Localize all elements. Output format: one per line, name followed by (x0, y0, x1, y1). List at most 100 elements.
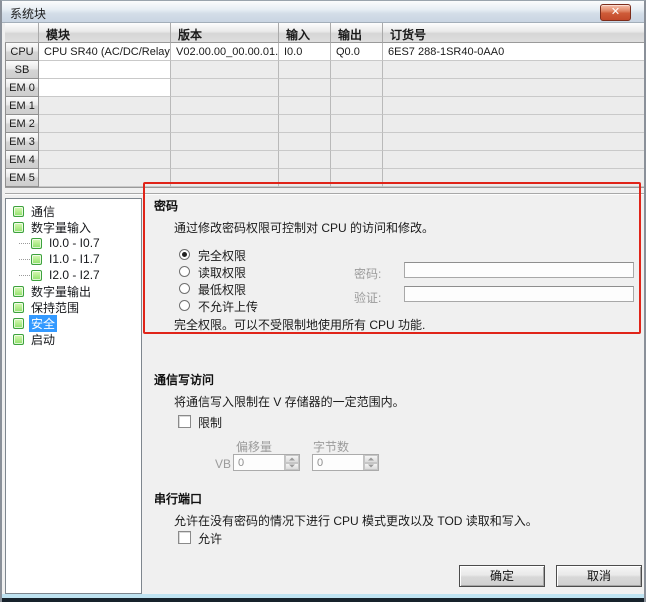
row-header-em3[interactable]: EM 3 (5, 133, 39, 151)
cell-cpu-version: V02.00.00_00.00.01.00 (171, 43, 279, 61)
column-header-input: 输入 (279, 23, 331, 43)
cancel-button[interactable]: 取消 (556, 565, 642, 587)
cell-em4-version (171, 151, 279, 169)
table-corner-cell (5, 23, 39, 43)
cell-sb-order (383, 61, 645, 79)
cell-em4-input (279, 151, 331, 169)
cell-sb-module[interactable] (39, 61, 171, 79)
comm-write-section-heading: 通信写访问 (154, 371, 214, 388)
cell-cpu-output: Q0.0 (331, 43, 383, 61)
cell-cpu-module[interactable]: CPU SR40 (AC/DC/Relay) (39, 43, 171, 61)
bytes-label: 字节数 (313, 438, 349, 455)
module-node-icon (13, 206, 24, 217)
vb-prefix-label: VB (215, 457, 231, 471)
cell-sb-input (279, 61, 331, 79)
offset-spinner: 0 (233, 454, 300, 471)
cell-em2-input (279, 115, 331, 133)
column-header-order: 订货号 (383, 23, 645, 43)
radio-minimum-access[interactable] (179, 283, 190, 294)
cell-cpu-order: 6ES7 288-1SR40-0AA0 (383, 43, 645, 61)
verify-input (404, 286, 634, 302)
offset-label: 偏移量 (236, 438, 272, 455)
window-title: 系统块 (10, 5, 46, 22)
cell-em2-version (171, 115, 279, 133)
panel-divider (5, 193, 645, 195)
cell-sb-output (331, 61, 383, 79)
spinner-up-icon (364, 455, 378, 463)
row-header-sb[interactable]: SB (5, 61, 39, 79)
radio-no-upload-label: 不允许上传 (198, 298, 258, 315)
tree-item-digital-outputs[interactable]: 数字量输出 (6, 283, 141, 299)
row-header-em1[interactable]: EM 1 (5, 97, 39, 115)
restrict-checkbox[interactable] (178, 415, 191, 428)
radio-read-access-label: 读取权限 (198, 264, 246, 281)
cell-em0-output (331, 79, 383, 97)
allow-checkbox-label: 允许 (198, 530, 222, 547)
column-header-module: 模块 (39, 23, 171, 43)
cell-em0-version (171, 79, 279, 97)
radio-minimum-access-label: 最低权限 (198, 281, 246, 298)
window-border-bottom (2, 598, 644, 602)
tree-item-communication[interactable]: 通信 (6, 203, 141, 219)
tree-item-retentive-ranges[interactable]: 保持范围 (6, 299, 141, 315)
cell-em5-order (383, 169, 645, 187)
password-description: 通过修改密码权限可控制对 CPU 的访问和修改。 (174, 219, 434, 236)
module-node-icon (31, 270, 42, 281)
tree-item-security[interactable]: 安全 (6, 315, 141, 331)
close-icon: ✕ (611, 6, 620, 18)
module-node-icon (13, 334, 24, 345)
row-header-em5[interactable]: EM 5 (5, 169, 39, 187)
password-input (404, 262, 634, 278)
cell-em2-output (331, 115, 383, 133)
tree-connector (19, 259, 30, 260)
radio-no-upload[interactable] (179, 300, 190, 311)
row-header-em2[interactable]: EM 2 (5, 115, 39, 133)
comm-write-description: 将通信写入限制在 V 存储器的一定范围内。 (174, 393, 405, 410)
column-header-output: 输出 (331, 23, 383, 43)
row-header-em0[interactable]: EM 0 (5, 79, 39, 97)
titlebar: 系统块 ✕ (2, 1, 644, 23)
restrict-checkbox-label: 限制 (198, 414, 222, 431)
cell-em3-output (331, 133, 383, 151)
tree-item-digital-inputs[interactable]: 数字量输入 (6, 219, 141, 235)
password-section-heading: 密码 (154, 197, 178, 214)
tree-item-startup[interactable]: 启动 (6, 331, 141, 347)
cell-em2-order (383, 115, 645, 133)
offset-spinner-value: 0 (234, 455, 284, 470)
config-tree: 通信 数字量输入 I0.0 - I0.7 I1.0 - I1.7 I2.0 - … (5, 198, 142, 594)
tree-item-i0[interactable]: I0.0 - I0.7 (6, 235, 141, 251)
module-node-icon (13, 222, 24, 233)
cell-em0-order (383, 79, 645, 97)
radio-read-access[interactable] (179, 266, 190, 277)
tree-connector (19, 243, 30, 244)
cell-em1-output (331, 97, 383, 115)
radio-full-access-label: 完全权限 (198, 247, 246, 264)
cell-em1-input (279, 97, 331, 115)
cell-em3-version (171, 133, 279, 151)
cell-em5-version (171, 169, 279, 187)
row-header-em4[interactable]: EM 4 (5, 151, 39, 169)
cell-cpu-input: I0.0 (279, 43, 331, 61)
module-node-icon (31, 238, 42, 249)
module-node-icon (13, 318, 24, 329)
radio-full-access[interactable] (179, 249, 190, 260)
close-button[interactable]: ✕ (600, 4, 631, 21)
cell-em3-input (279, 133, 331, 151)
cell-em3-order (383, 133, 645, 151)
cell-em4-order (383, 151, 645, 169)
serial-port-section-heading: 串行端口 (154, 490, 202, 507)
password-field-label: 密码: (354, 265, 381, 282)
row-header-cpu[interactable]: CPU (5, 43, 39, 61)
tree-item-i1[interactable]: I1.0 - I1.7 (6, 251, 141, 267)
cell-em2-module (39, 115, 171, 133)
cell-em5-module (39, 169, 171, 187)
tree-item-i2[interactable]: I2.0 - I2.7 (6, 267, 141, 283)
cell-em0-module[interactable] (39, 79, 171, 97)
cell-em4-module (39, 151, 171, 169)
module-node-icon (13, 302, 24, 313)
spinner-down-icon (364, 463, 378, 471)
ok-button[interactable]: 确定 (459, 565, 545, 587)
bytes-spinner: 0 (312, 454, 379, 471)
allow-checkbox[interactable] (178, 531, 191, 544)
password-summary: 完全权限。可以不受限制地使用所有 CPU 功能. (174, 316, 425, 333)
